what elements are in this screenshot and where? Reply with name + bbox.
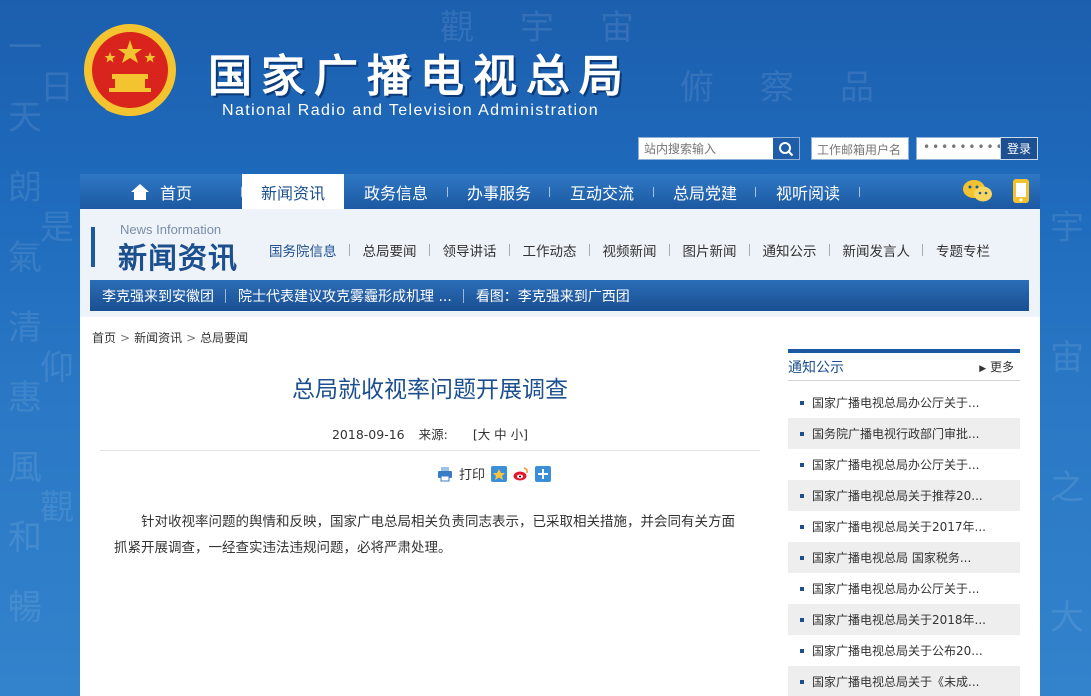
breadcrumb-home[interactable]: 首页 xyxy=(92,331,116,345)
nav-right-icons xyxy=(962,178,1030,204)
print-icon[interactable] xyxy=(437,466,453,482)
site-search xyxy=(638,137,800,160)
notice-item[interactable]: 国家广播电视总局办公厅关于... xyxy=(788,573,1020,604)
breadcrumb-separator: > xyxy=(120,331,131,345)
ticker-item[interactable]: 李克强来到安徽团 xyxy=(90,286,226,306)
notice-item[interactable]: 国家广播电视总局关于2018年... xyxy=(788,604,1020,635)
bullet-icon xyxy=(800,679,804,684)
notice-item[interactable]: 国家广播电视总局关于《未成... xyxy=(788,666,1020,696)
subnav-item-work-updates[interactable]: 工作动态 xyxy=(510,240,590,260)
notice-item-text: 国家广播电视总局关于《未成... xyxy=(812,675,980,689)
share-qzone-icon[interactable] xyxy=(491,465,508,482)
subnav-item-photo-news[interactable]: 图片新闻 xyxy=(670,240,750,260)
notice-item-text: 国家广播电视总局关于推荐20... xyxy=(812,489,983,503)
bullet-icon xyxy=(800,400,804,405)
subnav-item-bureau-news[interactable]: 总局要闻 xyxy=(350,240,430,260)
section-title: 新闻资讯 xyxy=(118,241,239,275)
print-label[interactable]: 打印 xyxy=(459,464,485,483)
search-button[interactable] xyxy=(773,138,799,159)
notice-item-text: 国家广播电视总局关于2018年... xyxy=(812,613,986,627)
bullet-icon xyxy=(800,493,804,498)
mail-username-input[interactable]: 工作邮箱用户名 xyxy=(811,137,909,160)
national-emblem-logo xyxy=(82,22,178,122)
search-input[interactable] xyxy=(639,138,773,159)
nav-item-av-reading[interactable]: 视听阅读 xyxy=(756,174,860,209)
notice-item[interactable]: 国家广播电视总局办公厅关于... xyxy=(788,387,1020,418)
notice-item-text: 国家广播电视总局 国家税务... xyxy=(812,551,972,565)
nav-item-home[interactable]: 首页 xyxy=(80,174,242,209)
notice-item-text: 国家广播电视总局办公厅关于... xyxy=(812,458,980,472)
mobile-icon[interactable] xyxy=(1012,178,1030,204)
bullet-icon xyxy=(800,555,804,560)
notice-item-text: 国家广播电视总局办公厅关于... xyxy=(812,396,980,410)
article-body: 针对收视率问题的舆情和反映，国家广电总局相关负责同志表示，已采取相关措施，并会同… xyxy=(114,514,735,556)
font-size-switcher[interactable]: [大 中 小] xyxy=(473,427,528,442)
main-container: 首页 新闻资讯 政务信息 办事服务 互动交流 总局党建 视听阅读 News In… xyxy=(80,174,1040,696)
notice-item-text: 国家广播电视总局关于公布20... xyxy=(812,644,983,658)
site-title-english: National Radio and Television Administra… xyxy=(222,102,600,119)
notice-item-text: 国家广播电视总局办公厅关于... xyxy=(812,582,980,596)
wechat-icon[interactable] xyxy=(962,178,994,204)
subnav-item-spokesperson[interactable]: 新闻发言人 xyxy=(830,240,924,260)
article-tools: 打印 xyxy=(437,464,552,483)
breadcrumb: 首页 > 新闻资讯 > 总局要闻 xyxy=(92,329,248,346)
nav-item-party-building[interactable]: 总局党建 xyxy=(654,174,756,209)
share-more-icon[interactable] xyxy=(535,465,552,482)
section-accent-bar xyxy=(91,227,95,267)
mail-password-input[interactable]: ••••••••• xyxy=(916,137,1003,160)
notice-item[interactable]: 国家广播电视总局关于公布20... xyxy=(788,635,1020,666)
bullet-icon xyxy=(800,431,804,436)
divider xyxy=(100,450,760,451)
notice-item[interactable]: 国家广播电视总局关于推荐20... xyxy=(788,480,1020,511)
share-weibo-icon[interactable] xyxy=(513,466,529,482)
breadcrumb-current[interactable]: 总局要闻 xyxy=(200,331,248,345)
section-subnav: 国务院信息 总局要闻 领导讲话 工作动态 视频新闻 图片新闻 通知公示 新闻发言… xyxy=(256,240,1003,260)
article-title: 总局就收视率问题开展调查 xyxy=(292,377,568,403)
subnav-item-state-council[interactable]: 国务院信息 xyxy=(256,240,350,260)
article-meta: 2018-09-16 来源: [大 中 小] xyxy=(100,424,760,443)
subnav-item-video-news[interactable]: 视频新闻 xyxy=(590,240,670,260)
main-nav: 首页 新闻资讯 政务信息 办事服务 互动交流 总局党建 视听阅读 xyxy=(80,174,1040,209)
ticker-item[interactable]: 院士代表建议攻克雾霾形成机理 ... xyxy=(226,286,464,306)
notice-title: 通知公示 xyxy=(788,359,844,376)
notice-item-text: 国家广播电视总局关于2017年... xyxy=(812,520,986,534)
subnav-item-notices[interactable]: 通知公示 xyxy=(750,240,830,260)
nav-item-services[interactable]: 办事服务 xyxy=(448,174,550,209)
notice-item[interactable]: 国家广播电视总局 国家税务... xyxy=(788,542,1020,573)
notice-item[interactable]: 国家广播电视总局办公厅关于... xyxy=(788,449,1020,480)
headline-ticker: 李克强来到安徽团 院士代表建议攻克雾霾形成机理 ... 看图：李克强来到广西团 xyxy=(90,280,1029,311)
nav-label-home: 首页 xyxy=(159,183,192,203)
home-icon xyxy=(130,183,149,200)
nav-item-news[interactable]: 新闻资讯 xyxy=(242,174,344,209)
nav-item-government-info[interactable]: 政务信息 xyxy=(344,174,448,209)
breadcrumb-separator: > xyxy=(186,331,197,345)
bullet-icon xyxy=(800,617,804,622)
breadcrumb-news[interactable]: 新闻资讯 xyxy=(134,331,182,345)
subnav-item-topics[interactable]: 专题专栏 xyxy=(923,240,1003,260)
triangle-right-icon: ▶ xyxy=(979,364,987,374)
notice-header: 通知公示 ▶ 更多 xyxy=(788,353,1020,381)
bullet-icon xyxy=(800,648,804,653)
notice-item[interactable]: 国务院广播电视行政部门审批... xyxy=(788,418,1020,449)
bullet-icon xyxy=(800,586,804,591)
notice-panel: 通知公示 ▶ 更多 国家广播电视总局办公厅关于... 国务院广播电视行政部门审批… xyxy=(788,349,1020,696)
subnav-item-leader-speeches[interactable]: 领导讲话 xyxy=(430,240,510,260)
notice-item[interactable]: 国家广播电视总局关于2017年... xyxy=(788,511,1020,542)
login-button[interactable]: 登录 xyxy=(1000,137,1038,160)
notice-more-label: 更多 xyxy=(989,360,1014,374)
nav-item-interaction[interactable]: 互动交流 xyxy=(550,174,654,209)
site-title: 国家广播电视总局 xyxy=(208,51,632,102)
ticker-item[interactable]: 看图：李克强来到广西团 xyxy=(464,286,642,306)
notice-item-text: 国务院广播电视行政部门审批... xyxy=(812,427,980,441)
bullet-icon xyxy=(800,524,804,529)
notice-more-link[interactable]: ▶ 更多 xyxy=(979,358,1014,375)
article-source-label: 来源: xyxy=(418,427,448,442)
article-date: 2018-09-16 xyxy=(331,427,405,442)
search-icon xyxy=(779,141,794,156)
notice-list: 国家广播电视总局办公厅关于... 国务院广播电视行政部门审批... 国家广播电视… xyxy=(788,387,1020,696)
section-header: News Information 新闻资讯 国务院信息 总局要闻 领导讲话 工作… xyxy=(80,209,1040,317)
bullet-icon xyxy=(800,462,804,467)
